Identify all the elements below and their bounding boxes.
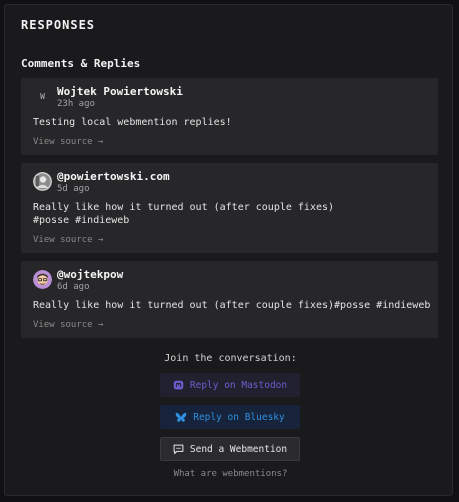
section-title: RESPONSES <box>21 18 96 32</box>
comment-author[interactable]: @wojtekpow <box>57 268 123 281</box>
speech-bubble-icon <box>173 444 184 454</box>
view-source-link[interactable]: View source → <box>33 235 103 245</box>
send-webmention-label: Send a Webmention <box>189 443 288 455</box>
comment-author[interactable]: @powiertowski.com <box>57 170 170 183</box>
comment-content: Really like how it turned out (after cou… <box>33 300 431 311</box>
comment-author[interactable]: Wojtek Powiertowski <box>57 85 183 98</box>
view-source-link[interactable]: View source → <box>33 320 103 330</box>
reply-mastodon-button[interactable]: Reply on Mastodon <box>160 373 300 397</box>
join-conversation-text: Join the conversation: <box>164 353 297 364</box>
reply-bluesky-label: Reply on Bluesky <box>193 411 285 423</box>
bluesky-butterfly-icon <box>175 412 187 422</box>
responses-panel: RESPONSES Comments & Replies W Wojtek Po… <box>4 4 453 496</box>
comments-subtitle: Comments & Replies <box>21 57 141 70</box>
avatar-letter: W <box>33 87 52 106</box>
comment-time[interactable]: 5d ago <box>57 184 90 194</box>
comment-card: @wojtekpow 6d ago Really like how it tur… <box>21 261 438 338</box>
what-are-webmentions-link[interactable]: What are webmentions? <box>5 469 456 479</box>
send-webmention-button[interactable]: Send a Webmention <box>160 437 300 461</box>
cartoon-avatar-icon <box>33 270 52 289</box>
reply-mastodon-label: Reply on Mastodon <box>189 379 288 391</box>
profile-photo-icon <box>33 172 52 191</box>
comment-card: W Wojtek Powiertowski 23h ago Testing lo… <box>21 78 438 155</box>
comment-content: Testing local webmention replies! <box>33 117 232 128</box>
view-source-link[interactable]: View source → <box>33 137 103 147</box>
comment-content: Really like how it turned out (after cou… <box>33 202 335 226</box>
reply-bluesky-button[interactable]: Reply on Bluesky <box>160 405 300 429</box>
mastodon-icon <box>173 380 184 389</box>
comment-time[interactable]: 23h ago <box>57 99 95 109</box>
comment-card: @powiertowski.com 5d ago Really like how… <box>21 163 438 253</box>
comment-time[interactable]: 6d ago <box>57 282 90 292</box>
